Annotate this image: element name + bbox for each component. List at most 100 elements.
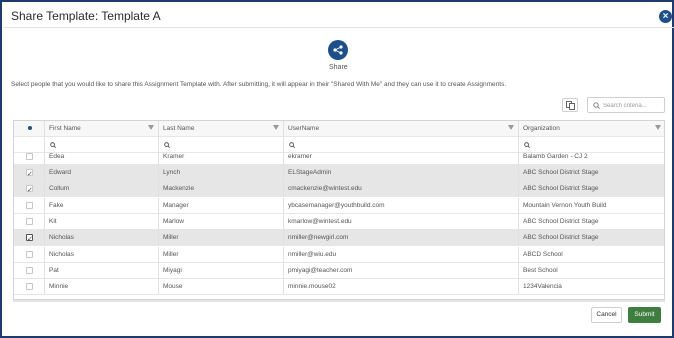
cell-first-name: Minnie	[45, 279, 159, 295]
share-label: Share	[329, 64, 348, 71]
row-select-cell[interactable]	[14, 213, 45, 229]
dialog-header: Share Template: Template A ×	[4, 4, 674, 28]
search-icon	[593, 102, 600, 109]
filter-icon[interactable]	[148, 125, 154, 130]
cell-organization: ABC School District Stage	[523, 169, 599, 176]
cell-last-name: Lynch	[159, 165, 284, 180]
row-select-cell[interactable]	[14, 230, 45, 246]
row-checkbox[interactable]	[26, 250, 33, 258]
select-all-indicator[interactable]	[28, 126, 32, 130]
row-select-cell[interactable]	[14, 262, 45, 278]
cell-last-name: Miyagi	[159, 262, 284, 278]
table-row[interactable]: NicholasMillernmiller@newgirl.com ABC Sch…	[14, 230, 664, 247]
search-icon	[524, 142, 530, 148]
row-select-cell[interactable]	[14, 165, 45, 180]
share-dialog: Share Template: Template A × Share Selec…	[0, 0, 674, 338]
cell-organization: Mountain Vernon Youth Build	[523, 201, 607, 209]
column-label: Last Name	[163, 125, 195, 132]
column-header-organization[interactable]: Organization	[519, 121, 664, 136]
users-grid: First Name Last Name UserName Organizati…	[13, 120, 665, 300]
cell-username: pmiyagi@teacher.com	[284, 262, 519, 278]
search-icon	[289, 142, 295, 148]
column-header-username[interactable]: UserName	[284, 121, 519, 136]
row-checkbox[interactable]	[26, 183, 33, 196]
cell-last-name: Kramer	[159, 153, 284, 164]
filter-icon[interactable]	[508, 125, 514, 130]
table-row[interactable]: Kit Marlow kmarlow@wintest.edu ABC School D…	[14, 213, 664, 230]
column-label: Organization	[523, 125, 560, 132]
row-select-cell[interactable]	[14, 181, 45, 197]
row-checkbox[interactable]	[26, 201, 33, 209]
cell-username: ekramer	[284, 153, 519, 164]
search-icon	[164, 142, 170, 148]
row-checkbox[interactable]	[26, 217, 33, 225]
table-row[interactable]: EdwardLynchELStageAdmin ABC School Distri…	[14, 165, 664, 181]
row-checkbox[interactable]	[26, 266, 33, 274]
cell-first-name: Nicholas	[45, 246, 159, 262]
cell-last-name: Marlow	[159, 213, 284, 229]
cell-last-name: Mackenzie	[159, 181, 284, 197]
row-select-cell[interactable]	[14, 153, 45, 164]
filter-cell-empty	[14, 137, 45, 152]
cell-username: ELStageAdmin	[284, 165, 519, 180]
cell-first-name: Edea	[45, 153, 159, 164]
cell-username: cmackenzie@wintest.edu	[284, 181, 519, 197]
column-label: First Name	[49, 125, 81, 132]
row-checkbox[interactable]	[26, 167, 33, 180]
filter-last-name[interactable]	[159, 137, 284, 152]
cell-organization: Balamb Garden - CJ 2	[523, 153, 588, 160]
cell-first-name: Fake	[45, 197, 159, 213]
cell-organization: ABC School District Stage	[523, 234, 599, 242]
export-icon[interactable]	[562, 98, 578, 112]
table-row[interactable]: Pat Miyagi pmiyagi@teacher.com Best School	[14, 262, 664, 279]
grid-header-row: First Name Last Name UserName Organizati…	[14, 121, 664, 137]
cell-organization: ABCD School	[523, 250, 563, 258]
cell-first-name: Kit	[45, 213, 159, 229]
row-select-cell[interactable]	[14, 246, 45, 262]
cell-username: nmiller@newgirl.com	[284, 230, 519, 246]
table-row[interactable]: CollumMackenziecmackenzie@wintest.edu ABC…	[14, 181, 664, 198]
cell-first-name: Edward	[45, 165, 159, 180]
cell-username: minnie.mouse02	[284, 279, 519, 295]
share-icon[interactable]	[328, 40, 348, 60]
row-checkbox[interactable]	[26, 232, 33, 245]
search-box[interactable]	[587, 97, 665, 113]
submit-button[interactable]: Submit	[628, 307, 661, 323]
close-icon[interactable]: ×	[659, 10, 672, 23]
dialog-title: Share Template: Template A	[11, 9, 161, 23]
horizontal-scrollbar[interactable]	[13, 300, 665, 302]
grid-filter-row	[14, 137, 664, 153]
cell-last-name: Miller	[159, 246, 284, 262]
filter-icon[interactable]	[273, 125, 279, 130]
row-select-cell[interactable]	[14, 279, 45, 295]
table-row[interactable]: Fake Manager ybcasemanager@youthbuild.com M…	[14, 197, 664, 214]
cell-last-name: Manager	[159, 197, 284, 213]
cell-last-name: Mouse	[159, 279, 284, 295]
filter-username[interactable]	[284, 137, 519, 152]
cell-first-name: Collum	[45, 181, 159, 197]
select-all-cell[interactable]	[14, 121, 45, 136]
filter-first-name[interactable]	[45, 137, 159, 152]
filter-organization[interactable]	[519, 137, 664, 152]
row-checkbox[interactable]	[26, 283, 33, 291]
table-row[interactable]: Minnie Mouse minnie.mouse02 1234Valencia	[14, 279, 664, 296]
table-row[interactable]: Nicholas Miller nmiller@wiu.edu ABCD School	[14, 246, 664, 263]
filter-icon[interactable]	[655, 125, 661, 130]
table-row[interactable]: Edea Kramer ekramer Balamb Garden - CJ 2	[14, 153, 664, 165]
cell-username: kmarlow@wintest.edu	[284, 213, 519, 229]
cancel-button[interactable]: Cancel	[591, 307, 622, 323]
cell-first-name: Nicholas	[45, 230, 159, 246]
column-header-first-name[interactable]: First Name	[45, 121, 159, 136]
column-header-last-name[interactable]: Last Name	[159, 121, 284, 136]
column-label: UserName	[288, 125, 320, 132]
cell-last-name: Miller	[159, 230, 284, 246]
instructions-text: Select people that you would like to sha…	[11, 81, 507, 88]
row-checkbox[interactable]	[26, 153, 33, 160]
cell-organization: ABC School District Stage	[523, 217, 599, 225]
cell-username: ybcasemanager@youthbuild.com	[284, 197, 519, 213]
search-icon	[50, 142, 56, 148]
cell-organization: Best School	[523, 266, 558, 274]
row-select-cell[interactable]	[14, 197, 45, 213]
cell-first-name: Pat	[45, 262, 159, 278]
search-input[interactable]	[603, 100, 663, 111]
